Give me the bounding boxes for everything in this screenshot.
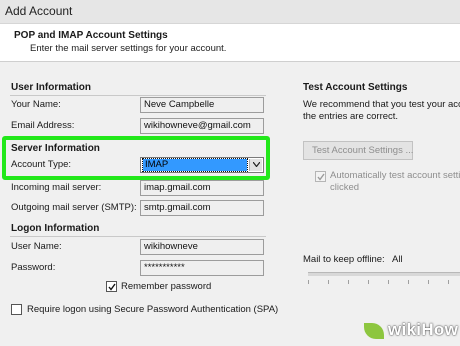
title-bar: Add Account	[0, 0, 460, 24]
logon-info-heading: Logon Information	[11, 223, 100, 234]
remember-password-checkbox[interactable]	[106, 281, 117, 292]
test-desc-line2: the entries are correct.	[303, 111, 399, 122]
checkmark-icon	[108, 283, 116, 291]
logon-info-divider	[10, 236, 266, 237]
test-desc-line1: We recommend that you test your acc	[303, 99, 460, 110]
user-info-heading: User Information	[11, 82, 92, 93]
header-subtitle: Enter the mail server settings for your …	[30, 43, 227, 54]
auto-test-label-line1: Automatically test account setting	[330, 170, 460, 181]
header-title: POP and IMAP Account Settings	[14, 30, 168, 41]
remember-password-label: Remember password	[121, 281, 212, 292]
password-field[interactable]: ***********	[140, 260, 264, 276]
user-info-divider	[10, 95, 266, 96]
incoming-server-label: Incoming mail server:	[11, 182, 102, 193]
incoming-server-field[interactable]: imap.gmail.com	[140, 180, 264, 196]
outgoing-server-field[interactable]: smtp.gmail.com	[140, 200, 264, 216]
name-field[interactable]: Neve Campbelle	[140, 97, 264, 113]
server-info-highlight	[2, 136, 270, 180]
offline-value: All	[392, 254, 403, 265]
name-label: Your Name:	[11, 99, 61, 110]
spa-label: Require logon using Secure Password Auth…	[27, 304, 279, 315]
offline-slider[interactable]	[308, 272, 460, 276]
slider-ticks	[308, 280, 460, 284]
test-settings-heading: Test Account Settings	[303, 82, 408, 93]
password-label: Password:	[11, 262, 56, 273]
test-account-settings-button[interactable]: Test Account Settings ...	[303, 141, 413, 160]
wikihow-watermark: wikiHow	[364, 318, 460, 344]
outgoing-server-label: Outgoing mail server (SMTP):	[11, 202, 137, 213]
spa-checkbox[interactable]	[11, 304, 22, 315]
username-label: User Name:	[11, 241, 62, 252]
dialog-header: POP and IMAP Account Settings Enter the …	[0, 24, 460, 62]
watermark-text: wikiHow	[388, 320, 459, 339]
offline-label: Mail to keep offline:	[303, 254, 385, 265]
username-field[interactable]: wikihowneve	[140, 239, 264, 255]
email-label: Email Address:	[11, 120, 75, 131]
auto-test-label-line2: clicked	[330, 182, 360, 193]
checkmark-icon	[317, 173, 325, 181]
window-title: Add Account	[5, 4, 73, 18]
auto-test-checkbox[interactable]	[315, 171, 326, 182]
wikihow-logo-icon	[364, 323, 384, 339]
email-field[interactable]: wikihowneve@gmail.com	[140, 118, 264, 134]
